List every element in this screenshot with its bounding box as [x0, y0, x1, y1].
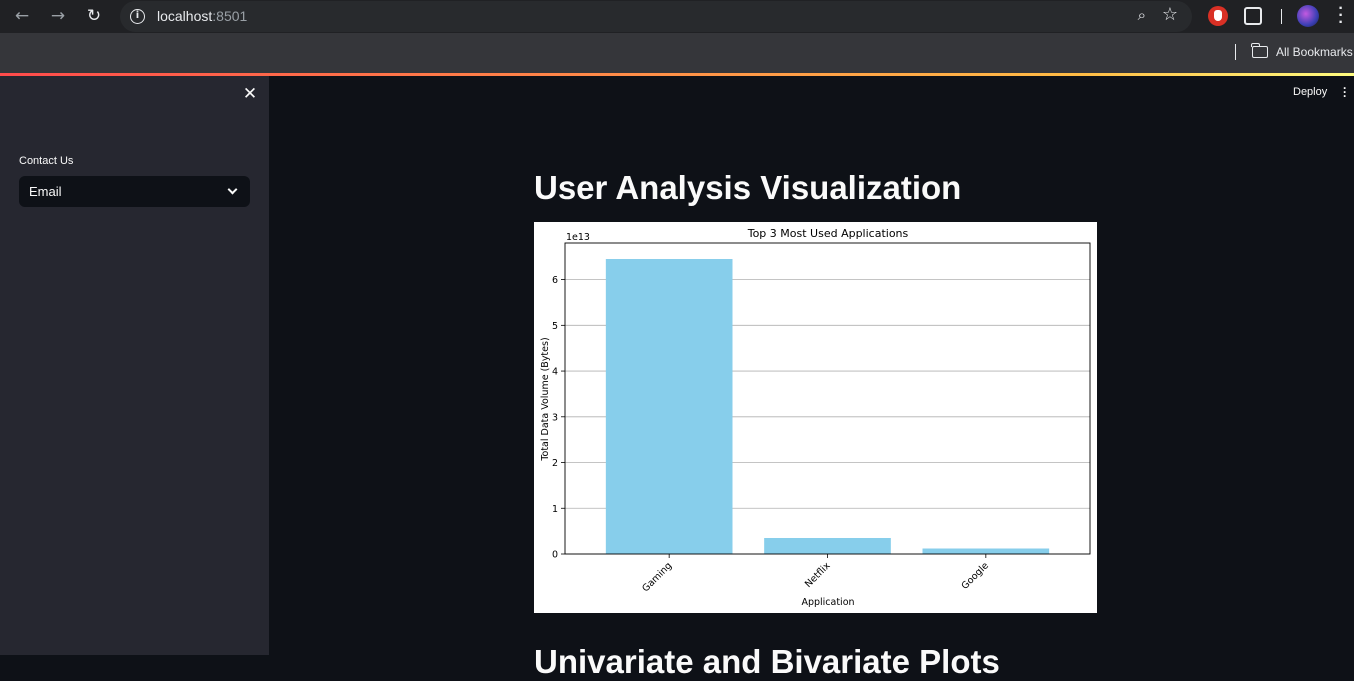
chart-title: Top 3 Most Used Applications: [747, 227, 909, 240]
y-tick-label: 0: [552, 550, 558, 561]
chart-y-axis-label: Total Data Volume (Bytes): [540, 337, 551, 461]
y-tick-label: 2: [552, 458, 558, 469]
bar-gaming: [605, 259, 733, 554]
browser-toolbar: ← → ↻ i localhost:8501 ⌕ ☆ · · ·: [0, 0, 1354, 33]
bar-netflix: [764, 537, 891, 554]
bar-chart: Top 3 Most Used Applications 1e13 Applic…: [534, 222, 1097, 613]
bookmarks-bar: All Bookmarks: [0, 33, 1354, 73]
profile-avatar[interactable]: [1297, 5, 1319, 27]
bookmarks-divider: [1235, 44, 1236, 60]
close-icon[interactable]: ✕: [241, 85, 259, 103]
zoom-icon[interactable]: ⌕: [1138, 6, 1146, 24]
url-text[interactable]: localhost:8501: [157, 8, 247, 24]
address-bar[interactable]: i localhost:8501 ⌕ ☆: [120, 1, 1192, 32]
y-tick-label: 1: [552, 504, 558, 515]
back-icon[interactable]: ←: [9, 4, 35, 28]
main-menu-icon[interactable]: · · ·: [1342, 82, 1348, 102]
url-host: localhost: [157, 8, 213, 24]
section-heading: Univariate and Bivariate Plots: [534, 643, 1000, 680]
page-title: User Analysis Visualization: [534, 169, 962, 206]
bar-google: [922, 548, 1050, 554]
main-content: Deploy · · · User Analysis Visualization T…: [269, 76, 1354, 680]
chevron-down-icon: [227, 184, 238, 195]
reload-icon[interactable]: ↻: [81, 4, 107, 28]
folder-icon: [1251, 43, 1268, 58]
puzzle-icon[interactable]: [1244, 7, 1262, 25]
all-bookmarks-label[interactable]: All Bookmarks: [1276, 45, 1353, 59]
x-tick-label: Gaming: [640, 560, 674, 594]
star-icon[interactable]: ☆: [1162, 4, 1178, 25]
site-info-icon[interactable]: i: [130, 9, 145, 24]
chart-bars: [605, 259, 1050, 554]
y-tick-label: 6: [552, 275, 558, 286]
toolbar-divider: [1281, 9, 1282, 24]
y-tick-label: 4: [552, 367, 558, 378]
contact-select-value: Email: [29, 184, 62, 199]
chart-x-axis-label: Application: [801, 597, 854, 608]
url-port: :8501: [212, 8, 248, 24]
sidebar: ✕ Contact Us Email: [0, 76, 269, 655]
contact-select[interactable]: Email: [19, 176, 250, 207]
menu-icon[interactable]: · · ·: [1336, 1, 1346, 31]
forward-icon[interactable]: →: [45, 4, 71, 28]
y-tick-label: 3: [552, 412, 558, 423]
x-tick-label: Google: [959, 560, 991, 592]
extension-icon[interactable]: [1208, 6, 1228, 26]
chart-offset-label: 1e13: [566, 232, 590, 243]
contact-label: Contact Us: [19, 155, 74, 167]
y-tick-label: 5: [552, 321, 558, 332]
deploy-button[interactable]: Deploy: [1293, 86, 1327, 98]
x-tick-label: Netflix: [803, 560, 833, 590]
chart-svg: Top 3 Most Used Applications 1e13 Applic…: [540, 227, 1091, 608]
